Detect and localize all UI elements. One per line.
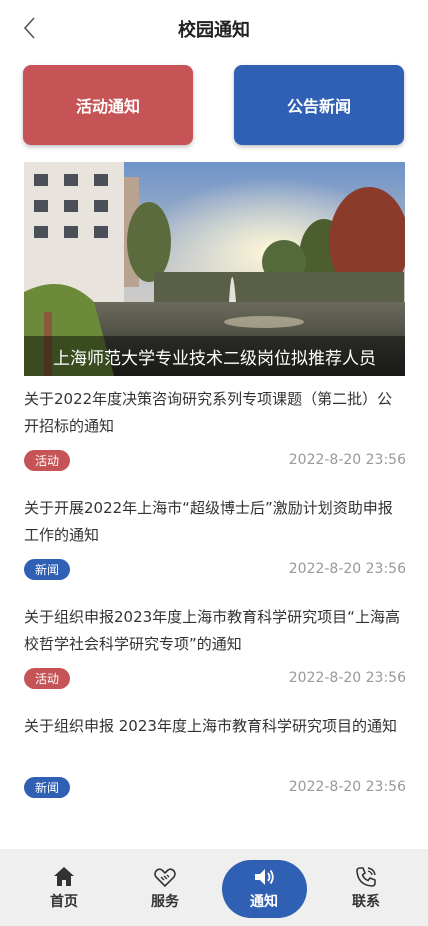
tag-badge: 新闻	[24, 559, 70, 580]
bottom-tab-bar: 首页 服务 通知 联系	[0, 849, 428, 926]
news-item[interactable]: 关于开展2022年上海市“超级博士后”激励计划资助申报工作的通知 新闻 2022…	[24, 495, 406, 604]
banner-carousel[interactable]: 上海师范大学专业技术二级岗位拟推荐人员	[24, 162, 405, 376]
tab-home[interactable]: 首页	[19, 849, 109, 926]
news-timestamp: 2022-8-20 23:56	[288, 670, 406, 686]
tag-badge: 新闻	[24, 777, 70, 798]
tab-label: 服务	[151, 893, 179, 910]
news-timestamp: 2022-8-20 23:56	[288, 561, 406, 577]
tab-label: 首页	[50, 893, 78, 910]
news-timestamp: 2022-8-20 23:56	[288, 452, 406, 468]
tag-badge: 活动	[24, 450, 70, 471]
tab-contact[interactable]: 联系	[321, 849, 411, 926]
news-timestamp: 2022-8-20 23:56	[288, 779, 406, 795]
banner-caption: 上海师范大学专业技术二级岗位拟推荐人员	[24, 336, 405, 376]
tab-label: 通知	[250, 893, 278, 910]
news-meta: 新闻 2022-8-20 23:56	[24, 777, 406, 799]
news-title: 关于组织申报 2023年度上海市教育科学研究项目的通知	[24, 717, 397, 735]
page-title: 校园通知	[178, 20, 250, 41]
news-item[interactable]: 关于组织申报 2023年度上海市教育科学研究项目的通知 新闻 2022-8-20…	[24, 713, 406, 822]
news-meta: 活动 2022-8-20 23:56	[24, 450, 406, 472]
tab-label: 联系	[352, 893, 380, 910]
news-item[interactable]: 关于组织申报2023年度上海市教育科学研究项目“上海高校哲学社会科学研究专项”的…	[24, 604, 406, 713]
news-list: 关于2022年度决策咨询研究系列专项课题（第二批）公开招标的通知 活动 2022…	[24, 386, 406, 822]
news-title: 关于组织申报2023年度上海市教育科学研究项目“上海高校哲学社会科学研究专项”的…	[24, 608, 400, 653]
news-item[interactable]: 关于2022年度决策咨询研究系列专项课题（第二批）公开招标的通知 活动 2022…	[24, 386, 406, 495]
speaker-icon	[255, 868, 274, 885]
home-icon	[54, 866, 74, 886]
announcement-news-button[interactable]: 公告新闻	[234, 65, 404, 145]
tag-badge: 活动	[24, 668, 70, 689]
handshake-icon	[154, 867, 176, 887]
news-title: 关于2022年度决策咨询研究系列专项课题（第二批）公开招标的通知	[24, 390, 393, 435]
tab-service[interactable]: 服务	[120, 849, 210, 926]
news-meta: 新闻 2022-8-20 23:56	[24, 559, 406, 581]
news-meta: 活动 2022-8-20 23:56	[24, 668, 406, 690]
header: 校园通知	[0, 0, 428, 56]
phone-icon	[356, 866, 376, 887]
tab-notice[interactable]: 通知	[219, 849, 309, 926]
activity-notice-button[interactable]: 活动通知	[23, 65, 193, 145]
news-title: 关于开展2022年上海市“超级博士后”激励计划资助申报工作的通知	[24, 499, 393, 544]
